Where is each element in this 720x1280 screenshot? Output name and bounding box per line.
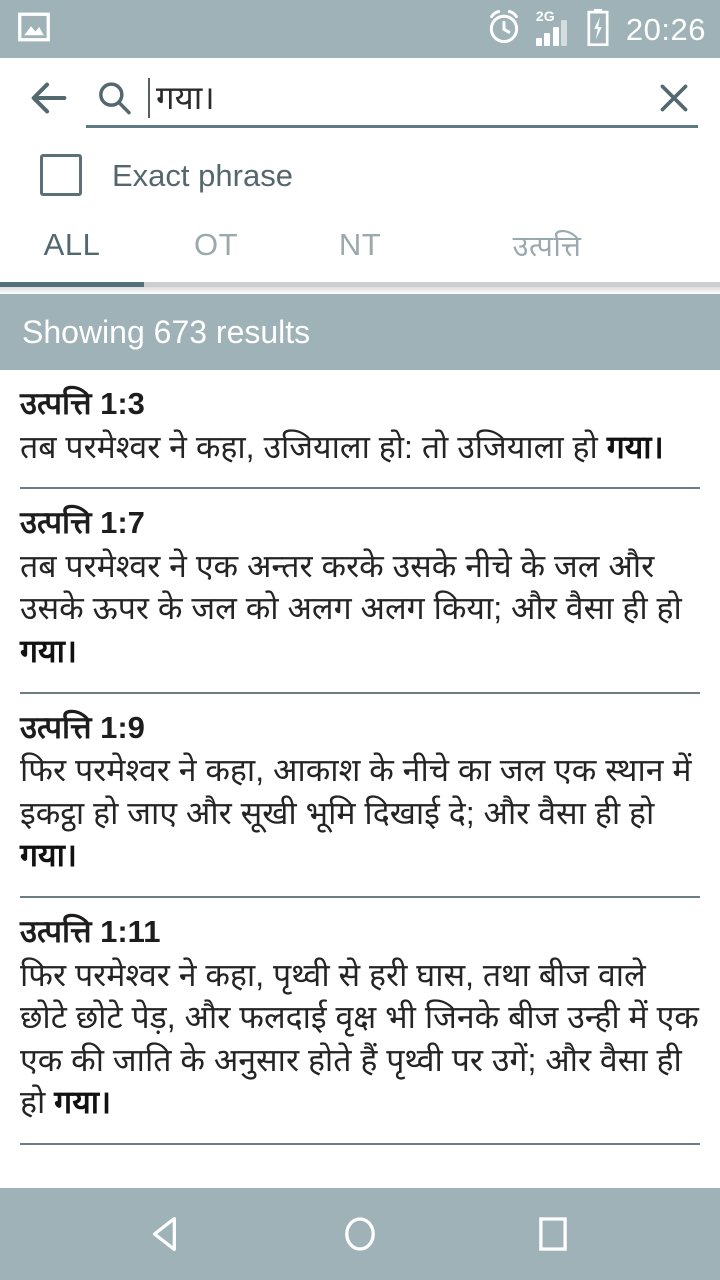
tab-nt[interactable]: NT	[288, 212, 432, 278]
result-text: तब परमेश्वर ने कहा, उजियाला हो: तो उजिया…	[20, 426, 700, 469]
result-text: तब परमेश्वर ने एक अन्तर करके उसके नीचे क…	[20, 545, 700, 673]
result-divider	[20, 1142, 700, 1145]
alarm-icon	[485, 8, 523, 51]
result-text-highlight: गया।	[20, 632, 77, 669]
signal-bars	[535, 20, 568, 46]
result-text: फिर परमेश्वर ने कहा, आकाश के नीचे का जल …	[20, 749, 700, 877]
result-item[interactable]: उत्पत्ति 1:7 तब परमेश्वर ने एक अन्तर करक…	[20, 489, 700, 694]
status-bar: 2G 20:26	[0, 0, 720, 58]
search-submit-button[interactable]	[90, 74, 138, 122]
tab-bar-shadow	[0, 287, 720, 294]
search-input[interactable]: गया।	[86, 70, 698, 128]
search-header: गया।	[0, 58, 720, 138]
tab-bar: ALL OT NT उत्पत्ति	[0, 212, 720, 282]
result-reference: उत्पत्ति 1:3	[20, 386, 145, 421]
results-list[interactable]: उत्पत्ति 1:3 तब परमेश्वर ने कहा, उजियाला…	[0, 370, 720, 1188]
back-triangle-icon	[152, 1216, 176, 1252]
home-circle-icon	[345, 1217, 375, 1251]
tab-active-indicator	[0, 282, 144, 287]
system-navigation-bar	[0, 1188, 720, 1280]
result-text-plain: फिर परमेश्वर ने कहा, आकाश के नीचे का जल …	[20, 752, 692, 831]
image-icon	[16, 9, 52, 50]
result-reference: उत्पत्ति 1:7	[20, 505, 145, 541]
result-text-highlight: गया।	[20, 837, 77, 874]
tab-indicator-track	[0, 282, 720, 287]
search-icon	[99, 82, 131, 115]
recents-square-icon	[539, 1217, 568, 1251]
tab-book[interactable]: उत्पत्ति	[432, 212, 662, 278]
nav-home-button[interactable]	[312, 1188, 408, 1280]
exact-phrase-label: Exact phrase	[112, 157, 293, 193]
result-text-highlight: गया।	[54, 1084, 112, 1121]
result-text-plain: तब परमेश्वर ने एक अन्तर करके उसके नीचे क…	[20, 547, 682, 627]
signal-2g-icon: 2G	[535, 8, 572, 46]
status-bar-clock: 20:26	[625, 11, 706, 47]
results-count-bar: Showing 673 results	[0, 294, 720, 370]
network-type-label: 2G	[535, 8, 555, 24]
result-item[interactable]: उत्पत्ति 1:3 तब परमेश्वर ने कहा, उजियाला…	[20, 370, 700, 490]
close-icon	[660, 84, 688, 112]
search-input-value: गया।	[156, 79, 215, 116]
result-item[interactable]: उत्पत्ति 1:11 फिर परमेश्वर ने कहा, पृथ्व…	[20, 898, 700, 1145]
result-text-plain: तब परमेश्वर ने कहा, उजियाला हो: तो उजिया…	[20, 428, 607, 465]
result-text: फिर परमेश्वर ने कहा, पृथ्वी से हरी घास, …	[20, 954, 700, 1124]
tab-ot[interactable]: OT	[144, 212, 288, 278]
nav-back-button[interactable]	[119, 1188, 215, 1280]
results-count-text: Showing 673 results	[22, 314, 311, 350]
app-root: 2G 20:26 गया। Exact phrase ALL OT NT उत्…	[0, 0, 720, 1280]
status-bar-right: 2G 20:26	[485, 8, 706, 51]
result-item[interactable]: उत्पत्ति 1:9 फिर परमेश्वर ने कहा, आकाश क…	[20, 694, 700, 898]
result-text-plain: फिर परमेश्वर ने कहा, पृथ्वी से हरी घास, …	[20, 956, 699, 1121]
result-text-highlight: गया।	[606, 428, 664, 465]
nav-recents-button[interactable]	[505, 1188, 601, 1280]
status-bar-left	[16, 9, 52, 50]
clear-search-button[interactable]	[650, 74, 698, 122]
result-reference: उत्पत्ति 1:11	[20, 913, 161, 949]
tab-all[interactable]: ALL	[0, 212, 144, 278]
battery-charging-icon	[585, 8, 611, 51]
search-input-underline	[86, 125, 698, 128]
back-button[interactable]	[22, 71, 76, 125]
exact-phrase-row[interactable]: Exact phrase	[0, 138, 720, 212]
result-reference: उत्पत्ति 1:9	[20, 709, 145, 745]
exact-phrase-checkbox[interactable]	[40, 154, 82, 196]
back-arrow-icon	[31, 82, 67, 114]
